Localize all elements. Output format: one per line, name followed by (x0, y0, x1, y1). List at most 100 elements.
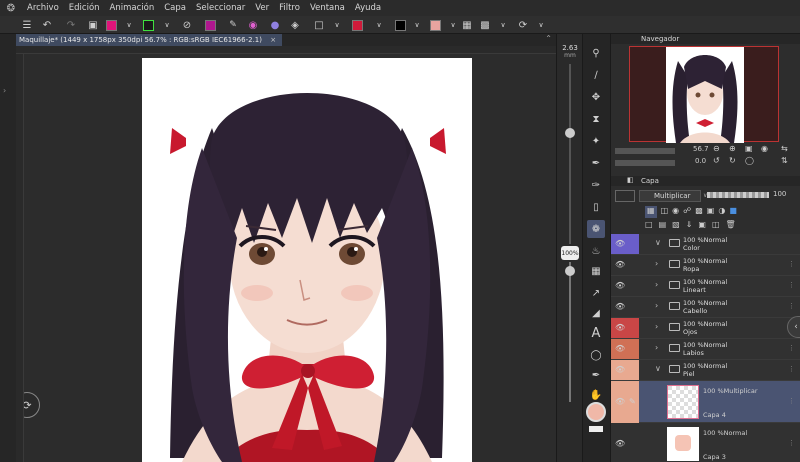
layer-opacity-slider[interactable] (707, 192, 769, 198)
magic-wand-icon[interactable]: ✦ (587, 132, 605, 150)
mask-icon[interactable]: ▣ (707, 206, 715, 218)
move-tool-icon[interactable]: ∕ (587, 66, 605, 84)
main-color-swatch[interactable] (586, 402, 606, 422)
brush-size-slider-thumb[interactable] (565, 128, 575, 138)
rotate-left-icon[interactable]: ↺ (713, 156, 720, 165)
navigator-zoom-slider[interactable] (615, 148, 675, 154)
reset-rotation-icon[interactable]: ◯ (745, 156, 754, 165)
text-tool-icon[interactable]: A (587, 324, 605, 342)
layer-color-icon[interactable] (615, 190, 635, 202)
chevron-right-icon[interactable]: › (655, 280, 658, 289)
ruler-tool-icon[interactable]: ✒ (587, 366, 605, 384)
rotate-right-icon[interactable]: ↻ (729, 156, 736, 165)
canvas-area[interactable]: ⟳ (24, 54, 556, 462)
layer-menu-icon[interactable]: ⋮ (788, 260, 795, 268)
layer-menu-icon[interactable]: ⋮ (788, 365, 795, 373)
layer-menu-icon[interactable]: ⋮ (788, 344, 795, 352)
chevron-down-icon[interactable]: ∨ (160, 18, 174, 32)
eye-icon[interactable]: 👁 (615, 281, 625, 290)
chevron-right-icon[interactable]: › (655, 322, 658, 331)
eye-icon[interactable]: 👁 (615, 365, 625, 374)
layer-item-ropa[interactable]: 👁 › 100 %Normal Ropa ⋮ (611, 255, 800, 276)
actual-size-icon[interactable]: ◉ (761, 144, 768, 153)
menu-capa[interactable]: Capa (159, 3, 191, 13)
eye-icon[interactable]: 👁 (615, 239, 625, 248)
redo-icon[interactable]: ↷ (64, 18, 78, 32)
collapse-arrow-icon[interactable]: › (3, 86, 6, 95)
eye-icon[interactable]: 👁 (615, 302, 625, 311)
share-icon[interactable]: ⟳ (516, 18, 530, 32)
color-wheel-icon[interactable]: ◉ (246, 18, 260, 32)
brush-size-slider[interactable] (569, 64, 571, 244)
toolbar-color-swatch-4[interactable] (430, 20, 441, 31)
flip-horizontal-icon[interactable]: ⇆ (781, 144, 788, 153)
eye-icon[interactable]: 👁 (615, 344, 625, 353)
layer-menu-icon[interactable]: ⋮ (788, 302, 795, 310)
selection-icon[interactable]: □ (312, 18, 326, 32)
layer-item-labios[interactable]: 👁 › 100 %Normal Labios ⋮ (611, 339, 800, 360)
chevron-right-icon[interactable]: › (655, 259, 658, 268)
chevron-down-icon[interactable]: ∨ (410, 18, 424, 32)
pen-icon[interactable]: ✎ (226, 18, 240, 32)
figure-tool-icon[interactable]: ↗ (587, 284, 605, 302)
eye-icon[interactable]: 👁 (615, 323, 625, 332)
layer-item-capa-4[interactable]: 👁 ✎ 100 %Multiplicar Capa 4 ⋮ (611, 381, 800, 423)
artwork-canvas[interactable] (142, 58, 472, 462)
mask-add-icon[interactable]: ▣ (698, 220, 706, 232)
zoom-tool-icon[interactable]: ⚲ (587, 44, 605, 62)
lock-alpha-icon[interactable]: ▩ (695, 206, 703, 218)
chevron-up-icon[interactable]: ⌃ (545, 34, 552, 43)
operation-tool-icon[interactable]: ✥ (587, 88, 605, 106)
menu-seleccionar[interactable]: Seleccionar (191, 3, 250, 13)
chevron-down-icon[interactable]: ∨ (122, 18, 136, 32)
menu-ventana[interactable]: Ventana (305, 3, 350, 13)
navigator-rotation-slider[interactable] (615, 160, 675, 166)
layer-item-piel[interactable]: 👁 ∨ 100 %Normal Piel ⋮ (611, 360, 800, 381)
chevron-down-icon[interactable]: ∨ (655, 364, 661, 373)
toolbar-black-swatch[interactable] (395, 20, 406, 31)
chevron-right-icon[interactable]: › (655, 301, 658, 310)
reference-icon[interactable]: ⊘ (180, 18, 194, 32)
eyedropper-icon[interactable]: ✒ (587, 154, 605, 172)
layer-menu-icon[interactable]: ⋮ (788, 439, 795, 447)
eye-icon[interactable]: 👁 (615, 397, 625, 406)
draft-layer-icon[interactable]: ◉ (672, 206, 679, 218)
chevron-down-icon[interactable]: ∨ (534, 18, 548, 32)
layer-item-capa-3[interactable]: 👁 100 %Normal Capa 3 ⋮ (611, 423, 800, 462)
layer-item-ojos[interactable]: 👁 › 100 %NormalOjos ⋮ (611, 318, 800, 339)
menu-archivo[interactable]: Archivo (22, 3, 64, 13)
layer-menu-icon[interactable]: ⋮ (788, 397, 795, 405)
menu-animacion[interactable]: Animación (105, 3, 160, 13)
fit-view-icon[interactable]: ▣ (745, 144, 753, 153)
opacity-value[interactable]: 100% (561, 246, 579, 260)
transparency-icon[interactable]: ▩ (478, 18, 492, 32)
checker-icon[interactable]: ▦ (460, 18, 474, 32)
delete-layer-icon[interactable]: 🗑 (726, 220, 736, 232)
duplicate-icon[interactable]: ◫ (712, 220, 720, 232)
toolbar-selection-swatch[interactable] (143, 20, 154, 31)
opacity-slider-thumb[interactable] (565, 266, 575, 276)
zoom-in-icon[interactable]: ⊕ (729, 144, 736, 153)
new-raster-layer-icon[interactable]: □ (645, 220, 653, 232)
opacity-slider[interactable] (569, 262, 571, 402)
chevron-down-icon[interactable]: ∨ (655, 238, 661, 247)
lock-icon[interactable]: ☍ (683, 206, 691, 218)
layer-item-lineart[interactable]: 👁 › 100 %Normal Lineart ⋮ (611, 276, 800, 297)
gradient-tool-icon[interactable]: ▦ (587, 262, 605, 280)
reference-layer-icon[interactable]: ◫ (661, 206, 669, 218)
palette-icon[interactable]: ◑ (718, 206, 725, 218)
app-logo-icon[interactable]: ❂ (0, 3, 22, 14)
document-tab[interactable]: Maquillaje* (1449 x 1758px 350dpi 56.7% … (16, 34, 283, 46)
close-icon[interactable]: × (270, 36, 276, 44)
hamburger-menu-icon[interactable]: ☰ (20, 18, 34, 32)
eye-icon[interactable]: 👁 (615, 439, 625, 448)
flip-vertical-icon[interactable]: ⇅ (781, 156, 788, 165)
layers-stack-icon[interactable]: ◈ (288, 18, 302, 32)
blend-tool-icon[interactable]: ❁ (587, 220, 605, 238)
chevron-down-icon[interactable]: ∨ (496, 18, 510, 32)
clip-layer-icon[interactable]: ▦ (645, 206, 657, 218)
layer-item-cabello[interactable]: 👁 › 100 %Normal Cabello ⋮ (611, 297, 800, 318)
navigator-preview[interactable] (629, 46, 779, 143)
new-vector-layer-icon[interactable]: ▤ (659, 220, 667, 232)
chevron-right-icon[interactable]: › (655, 343, 658, 352)
